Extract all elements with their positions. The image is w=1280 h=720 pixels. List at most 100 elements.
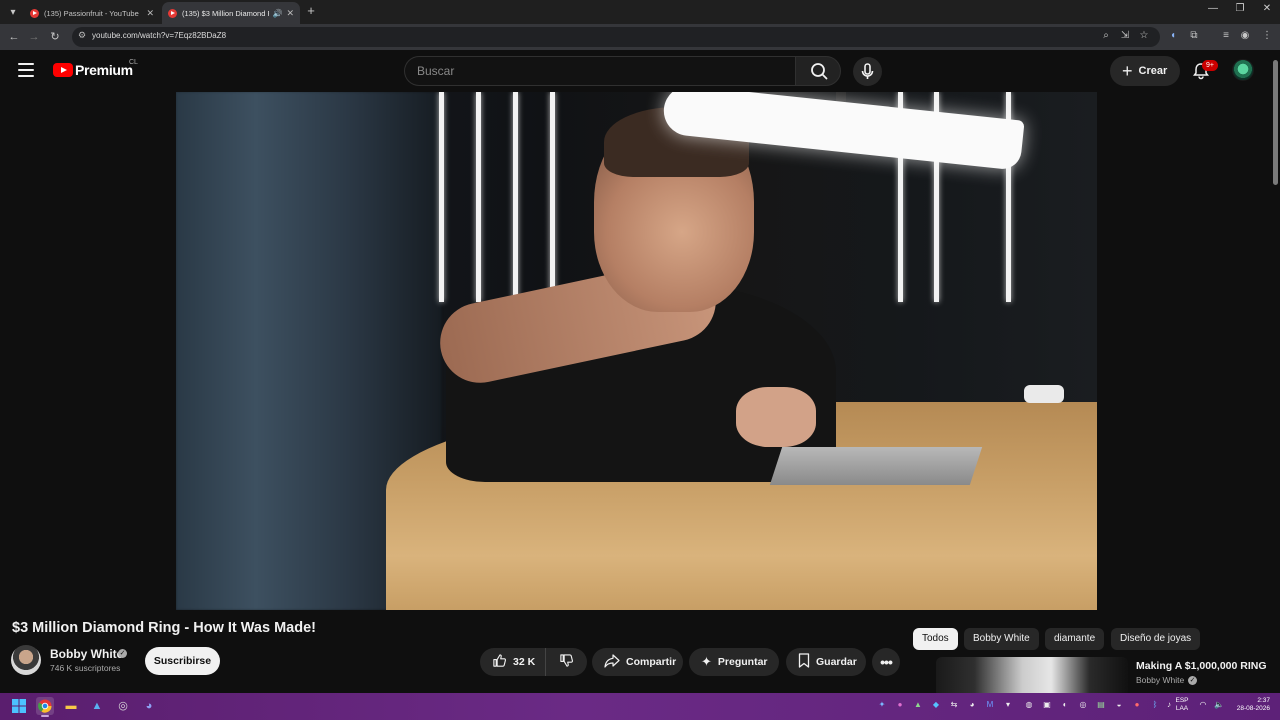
tray-app-icon[interactable]: ▤: [1094, 700, 1108, 709]
search-input[interactable]: Buscar: [404, 56, 796, 86]
tray-app-icon[interactable]: ▣: [1040, 700, 1054, 709]
tray-shield-icon[interactable]: ◆: [929, 700, 943, 709]
back-button[interactable]: ←: [5, 28, 23, 46]
browser-tab-diamond-ring[interactable]: (135) $3 Million Diamond Ri 🔊 ✕: [162, 2, 300, 24]
tray-app-icon[interactable]: ◐: [1058, 700, 1072, 709]
language-code: ESP: [1175, 697, 1189, 704]
channel-avatar[interactable]: [11, 645, 41, 675]
language-indicator[interactable]: ESP LAA: [1174, 697, 1190, 713]
tray-app-icon[interactable]: ●: [1130, 700, 1144, 709]
extension-audio-icon[interactable]: ◖: [1165, 30, 1181, 41]
tray-app-icon[interactable]: ◒: [1112, 700, 1126, 709]
chip-bobby-white[interactable]: Bobby White: [964, 628, 1039, 650]
subscribe-button[interactable]: Suscribirse: [145, 647, 220, 675]
zoom-icon[interactable]: ⌕: [1099, 30, 1113, 41]
address-bar[interactable]: [72, 27, 1160, 47]
recommendation-title[interactable]: Making A $1,000,000 RING: [1136, 660, 1267, 672]
tray-copilot-icon[interactable]: ✦: [875, 700, 889, 709]
tray-steam-icon[interactable]: ◎: [1076, 700, 1090, 709]
url-text[interactable]: youtube.com/watch?v=7Eqz82BDaZ8: [92, 31, 226, 40]
video-frame-light-stripe: [476, 92, 481, 302]
video-frame-metal-plate: [769, 447, 983, 485]
chip-diseno-de-joyas[interactable]: Diseño de joyas: [1111, 628, 1201, 650]
chip-todos[interactable]: Todos: [913, 628, 958, 650]
sparkle-icon: ✦: [701, 654, 712, 669]
tray-discord-icon[interactable]: ◕: [965, 700, 979, 709]
ask-label: Preguntar: [717, 656, 768, 668]
video-frame-small-case: [1024, 385, 1064, 403]
media-controls-icon[interactable]: ≡: [1218, 30, 1234, 41]
share-label: Compartir: [626, 656, 677, 668]
thumbs-down-icon: [559, 653, 574, 671]
verified-check-icon: ✓: [118, 649, 127, 658]
thumbs-up-icon: [492, 653, 507, 671]
ask-button[interactable]: ✦ Preguntar: [689, 648, 779, 676]
guide-menu-icon[interactable]: [18, 63, 34, 77]
forward-button[interactable]: →: [25, 28, 43, 46]
like-dislike-group: 32 K: [480, 648, 587, 676]
close-tab-icon[interactable]: ✕: [146, 8, 154, 19]
youtube-logo-text[interactable]: Premium: [75, 62, 133, 78]
tab-title: (135) Passionfruit - YouTube: [44, 8, 139, 18]
create-button[interactable]: + Crear: [1110, 56, 1180, 86]
video-player[interactable]: [176, 92, 1097, 610]
minimize-window-button[interactable]: —: [1200, 3, 1226, 14]
browser-tab-passionfruit[interactable]: (135) Passionfruit - YouTube ✕: [24, 2, 160, 24]
new-tab-button[interactable]: +: [303, 3, 319, 18]
tab-search-icon[interactable]: ▾: [4, 3, 22, 21]
clock-time: 2:37: [1257, 697, 1270, 704]
steam-app-icon[interactable]: ◎: [114, 697, 132, 715]
audio-playing-icon[interactable]: 🔊: [272, 9, 282, 18]
youtube-favicon-icon: [168, 8, 177, 18]
more-actions-button[interactable]: •••: [872, 648, 900, 676]
tray-globe-icon[interactable]: ◍: [1022, 700, 1036, 709]
clock-date: 28-08-2026: [1236, 705, 1270, 712]
video-frame-light-stripe: [513, 92, 518, 302]
dislike-button[interactable]: [546, 648, 587, 676]
tray-chevron-icon[interactable]: ▾: [1001, 700, 1015, 709]
keyboard-layout: LAA: [1175, 705, 1189, 712]
bookmark-icon: [798, 653, 810, 671]
search-button[interactable]: [795, 56, 841, 86]
volume-icon[interactable]: 🔈: [1212, 700, 1226, 709]
tray-app-icon[interactable]: ▲: [911, 700, 925, 709]
tray-arrows-icon[interactable]: ⇆: [947, 700, 961, 709]
maximize-window-button[interactable]: ❐: [1227, 3, 1253, 14]
browser-menu-icon[interactable]: ⋮: [1259, 30, 1275, 41]
recommendation-thumbnail[interactable]: [936, 657, 1128, 697]
chip-diamante[interactable]: diamante: [1045, 628, 1105, 650]
file-explorer-icon[interactable]: ▬: [62, 697, 80, 715]
youtube-favicon-icon: [30, 8, 39, 18]
voice-search-button[interactable]: [853, 57, 882, 86]
active-app-indicator: [41, 715, 49, 717]
discord-app-icon[interactable]: ◕: [140, 697, 158, 715]
bookmark-star-icon[interactable]: ☆: [1137, 30, 1151, 41]
site-info-icon[interactable]: ⚙: [78, 30, 86, 41]
scrollbar-thumb[interactable]: [1273, 60, 1278, 185]
clock[interactable]: 2:37 28-08-2026: [1228, 697, 1270, 713]
tray-app-icon[interactable]: ●: [893, 700, 907, 709]
search-icon: [811, 63, 828, 80]
close-tab-icon[interactable]: ✕: [286, 8, 294, 19]
close-window-button[interactable]: ✕: [1254, 3, 1280, 14]
save-button[interactable]: Guardar: [786, 648, 866, 676]
extensions-puzzle-icon[interactable]: ⧉: [1186, 30, 1202, 41]
tray-bluetooth-icon[interactable]: ᛒ: [1148, 700, 1162, 709]
create-label: Crear: [1138, 65, 1168, 77]
more-dots-icon: •••: [880, 654, 893, 670]
wifi-icon[interactable]: ◠: [1196, 700, 1210, 709]
profile-icon[interactable]: ◉: [1237, 30, 1253, 41]
windows-start-icon[interactable]: [10, 697, 28, 715]
account-avatar[interactable]: [1232, 59, 1254, 81]
like-button[interactable]: 32 K: [480, 648, 547, 676]
chrome-taskbar-icon[interactable]: [36, 697, 54, 715]
channel-name[interactable]: Bobby White: [50, 647, 123, 661]
share-button[interactable]: Compartir: [592, 648, 683, 676]
photos-app-icon[interactable]: ▲: [88, 697, 106, 715]
reload-button[interactable]: ↻: [46, 28, 64, 46]
recommendation-channel[interactable]: Bobby White: [1136, 675, 1184, 685]
youtube-logo-icon[interactable]: [53, 63, 73, 77]
install-app-icon[interactable]: ⇲: [1118, 30, 1132, 41]
tray-app-icon[interactable]: M: [983, 700, 997, 709]
microphone-icon: [861, 63, 874, 79]
